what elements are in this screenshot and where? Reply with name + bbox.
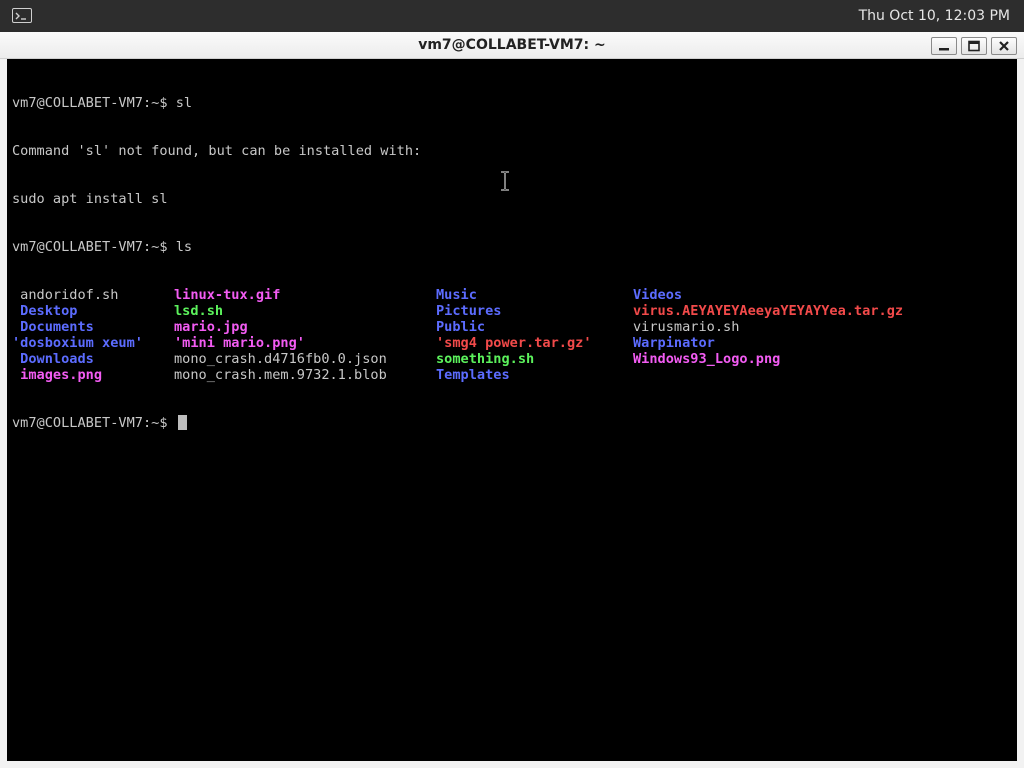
ls-entry-directory: Warpinator	[633, 335, 715, 351]
ls-entry-executable: lsd.sh	[174, 303, 224, 319]
ls-row: images.png mono_crash.mem.9732.1.blob Temp…	[12, 367, 510, 383]
prompt: vm7@COLLABET-VM7:~$	[12, 95, 176, 111]
maximize-button[interactable]	[961, 37, 987, 55]
clock[interactable]: Thu Oct 10, 12:03 PM	[859, 8, 1010, 24]
prompt: vm7@COLLABET-VM7:~$	[12, 415, 176, 431]
terminal-window: vm7@COLLABET-VM7: ~ vm7@COLLABET-VM7:~$ …	[0, 32, 1024, 768]
window-titlebar[interactable]: vm7@COLLABET-VM7: ~	[0, 32, 1024, 59]
maximize-icon	[968, 40, 980, 52]
ls-row: andoridof.sh linux-tux.gif Music Videos	[12, 287, 682, 303]
output-text: sudo apt install sl	[12, 191, 168, 207]
terminal-line: vm7@COLLABET-VM7:~$	[12, 415, 421, 431]
ls-entry-image: mario.jpg	[174, 319, 248, 335]
ls-entry-directory: Pictures	[436, 303, 502, 319]
terminal-area[interactable]: vm7@COLLABET-VM7:~$ sl Command 'sl' not …	[7, 59, 1017, 761]
command: ls	[175, 239, 193, 255]
ls-entry-plain: mono_crash.mem.9732.1.blob	[174, 367, 387, 383]
terminal-icon[interactable]	[12, 8, 32, 23]
ls-entry-image: images.png	[12, 367, 103, 383]
text-cursor	[177, 415, 187, 430]
ls-row: Downloads mono_crash.d4716fb0.0.json somet…	[12, 351, 780, 367]
ls-entry-directory: Templates	[436, 367, 510, 383]
window-title: vm7@COLLABET-VM7: ~	[418, 37, 606, 53]
close-button[interactable]	[991, 37, 1017, 55]
ls-entry-plain: mono_crash.d4716fb0.0.json	[174, 351, 387, 367]
ls-entry-directory: 'dosboxium xeum'	[12, 335, 143, 351]
ls-entry-image: linux-tux.gif	[174, 287, 281, 303]
close-icon	[999, 41, 1009, 51]
ls-row: Documents mario.jpg Public virusmario.sh	[12, 319, 739, 335]
ibeam-cursor-icon	[501, 171, 509, 191]
terminal-line: vm7@COLLABET-VM7:~$ sl	[12, 95, 421, 111]
ls-row: 'dosboxium xeum' 'mini mario.png' 'smg4 po…	[12, 335, 715, 351]
ls-entry-directory: Documents	[12, 319, 94, 335]
terminal-line: Command 'sl' not found, but can be insta…	[12, 143, 421, 159]
terminal-line: sudo apt install sl	[12, 191, 421, 207]
top-panel: Thu Oct 10, 12:03 PM	[0, 0, 1024, 32]
ls-entry-directory: Desktop	[12, 303, 78, 319]
ls-entry-image: Windows93_Logo.png	[633, 351, 781, 367]
ls-entry-directory: Music	[436, 287, 477, 303]
ls-entry-archive: 'smg4 power.tar.gz'	[436, 335, 592, 351]
ls-entry-archive: virus.AEYAYEYAeeyaYEYAYYea.tar.gz	[633, 303, 904, 319]
ls-entry-plain: virusmario.sh	[633, 319, 740, 335]
command: sl	[175, 95, 193, 111]
prompt: vm7@COLLABET-VM7:~$	[12, 239, 176, 255]
output-text: Command 'sl' not found, but can be insta…	[12, 143, 422, 159]
ls-listing: andoridof.sh linux-tux.gif Music Videos Des…	[12, 287, 903, 383]
ls-row: Desktop lsd.sh Pictures virus.AEYAYEYAeeyaY…	[12, 303, 903, 319]
ls-entry-image: 'mini mario.png'	[174, 335, 305, 351]
minimize-button[interactable]	[931, 37, 957, 55]
minimize-icon	[939, 48, 949, 51]
ls-entry-executable: something.sh	[436, 351, 535, 367]
terminal-output: vm7@COLLABET-VM7:~$ sl Command 'sl' not …	[12, 63, 903, 463]
ls-entry-plain: andoridof.sh	[12, 287, 119, 303]
window-border	[1017, 59, 1024, 768]
ls-entry-directory: Public	[436, 319, 486, 335]
terminal-line: vm7@COLLABET-VM7:~$ ls	[12, 239, 421, 255]
ls-entry-directory: Videos	[633, 287, 683, 303]
ls-entry-directory: Downloads	[12, 351, 94, 367]
